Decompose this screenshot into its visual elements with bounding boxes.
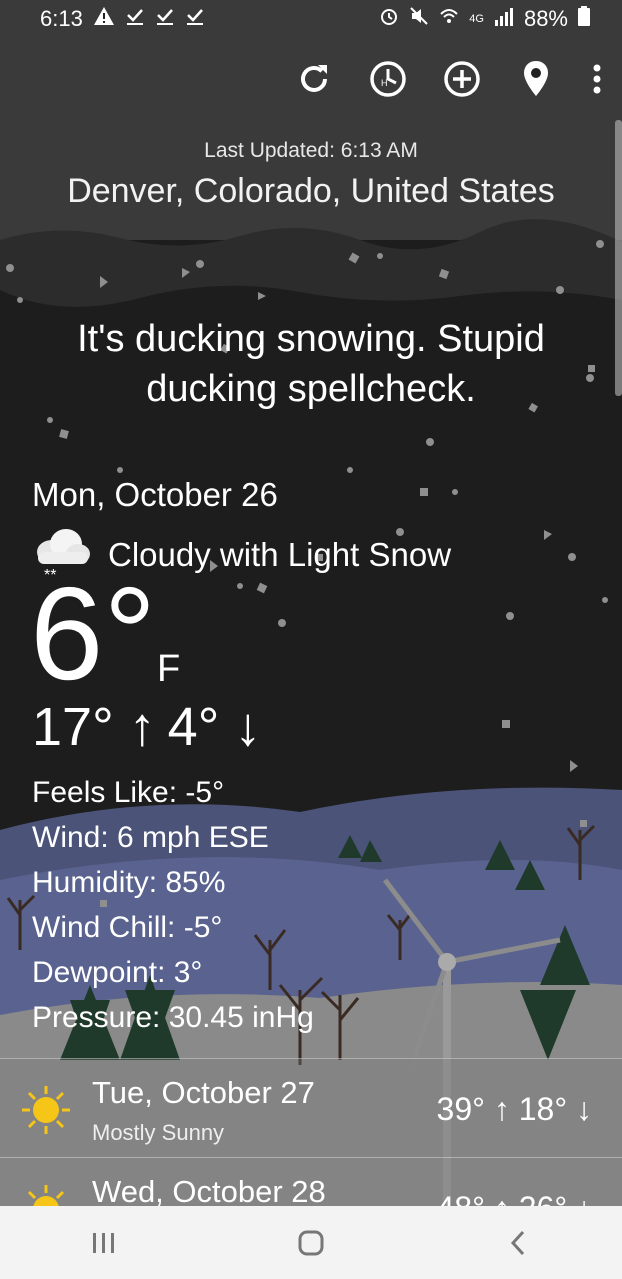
signal-icon (494, 6, 514, 32)
svg-text:H: H (381, 78, 388, 88)
refresh-icon[interactable] (294, 59, 334, 99)
wind: Wind: 6 mph ESE (32, 821, 269, 854)
forecast-row[interactable]: Tue, October 27 Mostly Sunny 39° ↑ 18° ↓ (0, 1058, 622, 1157)
download-check-icon (155, 6, 175, 32)
wifi-icon (439, 6, 459, 32)
network-type: 4G (469, 13, 484, 25)
last-updated: Last Updated: 6:13 AM (204, 139, 418, 162)
status-time: 6:13 (40, 6, 83, 31)
current-date: Mon, October 26 (32, 476, 278, 513)
current-temperature: 6° (30, 560, 157, 707)
alarm-icon (379, 6, 399, 32)
forecast-date: Tue, October 27 (92, 1075, 315, 1110)
mute-icon (409, 6, 429, 32)
forecast-high-low: 39° ↑ 18° ↓ (436, 1091, 592, 1127)
high-low: 17° ↑ 4° ↓ (32, 696, 261, 758)
dewpoint: Dewpoint: 3° (32, 956, 203, 989)
battery-level: 88% (523, 6, 568, 31)
pressure: Pressure: 30.45 inHg (32, 1001, 314, 1034)
wind-chill: Wind Chill: -5° (32, 911, 223, 944)
forecast-condition: Mostly Sunny (92, 1120, 225, 1145)
forecast-date: Wed, October 28 (92, 1174, 326, 1209)
temperature-unit[interactable]: F (157, 648, 180, 691)
sun-icon (20, 1084, 72, 1141)
more-vert-icon[interactable] (590, 59, 604, 99)
status-bar: 6:13 4G 88% (0, 0, 622, 38)
history-icon[interactable]: H (368, 59, 408, 99)
humidity: Humidity: 85% (32, 866, 226, 899)
current-condition: Cloudy with Light Snow (108, 535, 452, 573)
home-button[interactable] (281, 1218, 341, 1268)
feels-like: Feels Like: -5° (32, 776, 225, 809)
low-temp: 4° ↓ (167, 697, 262, 757)
high-temp: 17° ↑ (32, 697, 156, 757)
recent-apps-button[interactable] (74, 1218, 134, 1268)
weather-details: Feels Like: -5° Wind: 6 mph ESE Humidity… (32, 770, 314, 1040)
download-check-icon (125, 6, 145, 32)
app-toolbar: H (294, 56, 604, 102)
add-location-icon[interactable] (442, 59, 482, 99)
download-check-icon (185, 6, 205, 32)
battery-icon (578, 6, 590, 32)
warning-icon (93, 6, 115, 32)
location-pin-icon[interactable] (516, 59, 556, 99)
location-name[interactable]: Denver, Colorado, United States (0, 172, 622, 211)
weather-quip: It's ducking snowing. Stupid ducking spe… (77, 318, 545, 410)
back-button[interactable] (488, 1218, 548, 1268)
system-nav-bar (0, 1206, 622, 1279)
